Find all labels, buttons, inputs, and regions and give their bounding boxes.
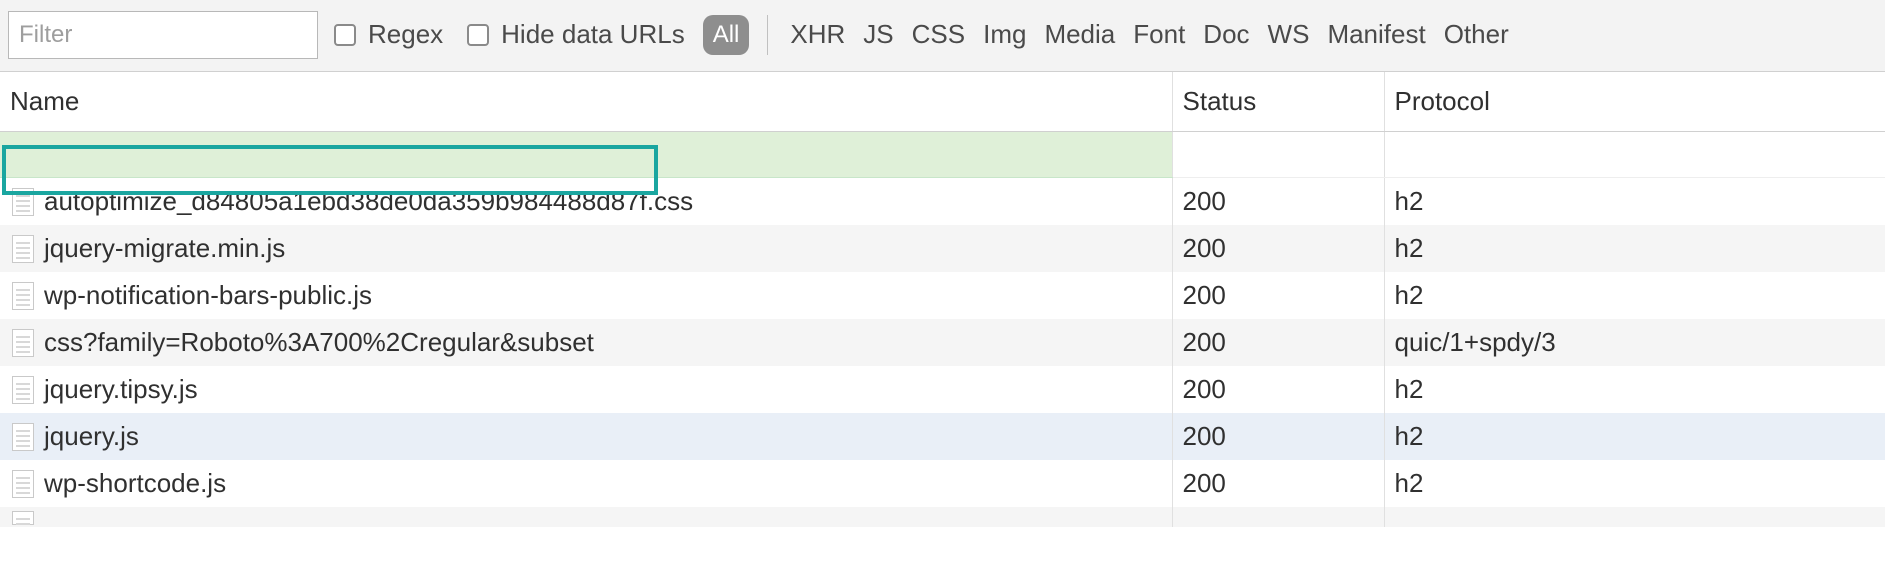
table-row[interactable]: wp-notification-bars-public.js 200h2 (0, 272, 1885, 319)
file-icon (12, 470, 34, 498)
file-icon (12, 329, 34, 357)
network-requests-table: Name Status Protocol autoptimize_d84805a… (0, 72, 1885, 527)
table-row[interactable]: jquery.js 200h2 (0, 413, 1885, 460)
file-icon (12, 282, 34, 310)
table-row[interactable]: wp-shortcode.js 200h2 (0, 460, 1885, 507)
request-protocol: h2 (1384, 413, 1885, 460)
file-icon (12, 423, 34, 451)
request-protocol: h2 (1384, 366, 1885, 413)
toolbar-divider (767, 15, 768, 55)
filter-type-xhr[interactable]: XHR (786, 17, 849, 52)
filter-type-other[interactable]: Other (1440, 17, 1513, 52)
table-row[interactable]: jquery.tipsy.js 200h2 (0, 366, 1885, 413)
table-row[interactable]: autoptimize_d84805a1ebd38de0da359b984488… (0, 178, 1885, 226)
request-protocol: h2 (1384, 460, 1885, 507)
network-toolbar: Regex Hide data URLs All XHR JS CSS Img … (0, 0, 1885, 72)
file-icon (12, 511, 34, 525)
filter-type-media[interactable]: Media (1040, 17, 1119, 52)
filter-input[interactable] (8, 11, 318, 59)
filter-type-font[interactable]: Font (1129, 17, 1189, 52)
file-icon (12, 235, 34, 263)
request-status: 200 (1172, 460, 1384, 507)
filter-type-css[interactable]: CSS (908, 17, 969, 52)
request-status: 200 (1172, 319, 1384, 366)
file-icon (12, 188, 34, 216)
table-row-partial (0, 132, 1885, 178)
request-protocol: h2 (1384, 272, 1885, 319)
table-header-row: Name Status Protocol (0, 72, 1885, 132)
request-name: jquery-migrate.min.js (44, 233, 285, 264)
hide-data-urls-label: Hide data URLs (501, 19, 685, 50)
request-status: 200 (1172, 272, 1384, 319)
request-protocol: h2 (1384, 178, 1885, 226)
table-row[interactable]: css?family=Roboto%3A700%2Cregular&subset… (0, 319, 1885, 366)
request-status: 200 (1172, 366, 1384, 413)
column-header-name[interactable]: Name (0, 72, 1172, 132)
request-name: autoptimize_d84805a1ebd38de0da359b984488… (44, 186, 693, 217)
filter-type-js[interactable]: JS (859, 17, 897, 52)
request-name: jquery.js (44, 421, 139, 452)
request-status: 200 (1172, 413, 1384, 460)
filter-type-img[interactable]: Img (979, 17, 1030, 52)
regex-checkbox[interactable] (334, 24, 356, 46)
file-icon (12, 376, 34, 404)
table-row-partial (0, 507, 1885, 527)
filter-type-doc[interactable]: Doc (1199, 17, 1253, 52)
column-header-status[interactable]: Status (1172, 72, 1384, 132)
request-protocol: quic/1+spdy/3 (1384, 319, 1885, 366)
request-status: 200 (1172, 225, 1384, 272)
hide-data-urls-checkbox[interactable] (467, 24, 489, 46)
column-header-protocol[interactable]: Protocol (1384, 72, 1885, 132)
filter-type-ws[interactable]: WS (1264, 17, 1314, 52)
regex-label: Regex (368, 19, 443, 50)
filter-type-manifest[interactable]: Manifest (1323, 17, 1429, 52)
request-name: wp-notification-bars-public.js (44, 280, 372, 311)
table-row[interactable]: jquery-migrate.min.js 200h2 (0, 225, 1885, 272)
request-status: 200 (1172, 178, 1384, 226)
request-protocol: h2 (1384, 225, 1885, 272)
request-name: css?family=Roboto%3A700%2Cregular&subset (44, 327, 594, 358)
request-name: jquery.tipsy.js (44, 374, 198, 405)
filter-all-pill[interactable]: All (703, 15, 750, 55)
request-name: wp-shortcode.js (44, 468, 226, 499)
